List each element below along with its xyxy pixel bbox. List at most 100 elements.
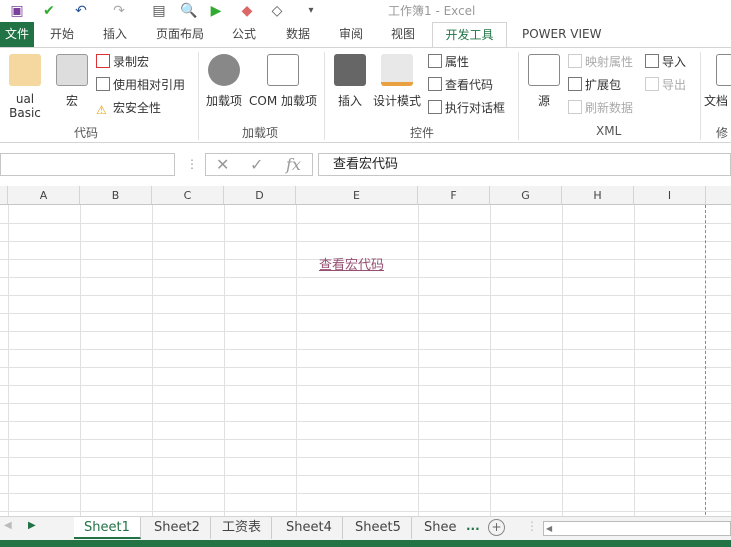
gear-icon xyxy=(208,54,240,86)
eraser-icon[interactable]: ◆ xyxy=(238,2,256,20)
export-button[interactable]: 导出 xyxy=(645,75,686,95)
com-addins-button[interactable]: COM 加载项 xyxy=(246,54,320,109)
tab-home[interactable]: 开始 xyxy=(44,22,80,47)
import-icon xyxy=(645,54,659,68)
worksheet-grid[interactable]: A B C D E F G H I xyxy=(0,186,731,516)
label: 插入 xyxy=(337,94,362,108)
tab-data[interactable]: 数据 xyxy=(280,22,316,47)
splitter-handle[interactable]: ⋮ xyxy=(526,519,538,533)
sheet-tab[interactable]: Shee xyxy=(414,517,467,539)
source-button[interactable]: 源 xyxy=(528,54,560,109)
customize-icon[interactable]: ▾ xyxy=(302,2,320,20)
grid-row-line xyxy=(0,511,731,512)
document-panel-button[interactable]: 文档 xyxy=(704,54,731,109)
name-box[interactable] xyxy=(0,153,175,176)
fill-color-icon[interactable]: ◇ xyxy=(268,2,286,20)
scroll-right-icon[interactable]: ▶ xyxy=(28,520,36,531)
grid-row-line xyxy=(0,313,731,314)
sheet-tab[interactable]: Sheet2 xyxy=(144,517,211,539)
sheet-tab[interactable]: 工资表 xyxy=(212,517,273,539)
relative-reference-button[interactable]: 使用相对引用 xyxy=(96,75,185,95)
group-label-code: 代码 xyxy=(74,126,99,140)
macro-security-button[interactable]: ⚠ 宏安全性 xyxy=(96,98,161,118)
grid-column-line xyxy=(80,205,81,516)
view-code-button[interactable]: 查看代码 xyxy=(428,75,493,95)
grid-column-line xyxy=(152,205,153,516)
more-sheets[interactable]: ... xyxy=(466,519,480,533)
grid-row-line xyxy=(0,403,731,404)
add-sheet-icon[interactable]: + xyxy=(488,519,505,536)
run-dialog-button[interactable]: 执行对话框 xyxy=(428,98,505,118)
scroll-left-arrow-icon[interactable]: ◀ xyxy=(546,522,552,535)
sheet-tab[interactable]: Sheet5 xyxy=(345,517,412,539)
record-icon xyxy=(96,54,110,68)
tab-formulas[interactable]: 公式 xyxy=(226,22,262,47)
redo-icon[interactable]: ↷ xyxy=(110,2,128,20)
column-header[interactable]: C xyxy=(152,186,224,205)
column-header[interactable]: F xyxy=(418,186,490,205)
insert-function-icon[interactable]: fx xyxy=(286,154,301,175)
column-header[interactable]: A xyxy=(8,186,80,205)
label: 属性 xyxy=(445,55,470,69)
formula-input[interactable]: 查看宏代码 xyxy=(318,153,731,176)
undo-icon[interactable]: ↶ xyxy=(72,2,90,20)
import-button[interactable]: 导入 xyxy=(645,52,686,72)
properties-button[interactable]: 属性 xyxy=(428,52,469,72)
form-icon[interactable]: ▤ xyxy=(150,2,168,20)
tab-review[interactable]: 审阅 xyxy=(333,22,369,47)
column-header[interactable]: B xyxy=(80,186,152,205)
column-header[interactable]: H xyxy=(562,186,634,205)
column-header[interactable] xyxy=(706,186,731,205)
ribbon-tabs: 文件 开始 插入 页面布局 公式 数据 审阅 视图 开发工具 POWER VIE… xyxy=(0,22,731,47)
source-icon xyxy=(528,54,560,86)
label: ual Basic xyxy=(9,92,41,120)
formula-bar-grip: ⋮ xyxy=(186,157,198,171)
sheet-tab[interactable]: Sheet1 xyxy=(74,517,141,539)
grid-row-line xyxy=(0,385,731,386)
select-all[interactable] xyxy=(0,186,8,205)
tab-view[interactable]: 视图 xyxy=(385,22,421,47)
touch-mode-icon[interactable]: ✔ xyxy=(40,2,58,20)
macro-play-icon[interactable]: ▶ xyxy=(207,2,225,20)
tab-power-view[interactable]: POWER VIEW xyxy=(516,22,607,47)
map-properties-icon xyxy=(568,54,582,68)
record-macro-button[interactable]: 录制宏 xyxy=(96,52,149,72)
tab-file[interactable]: 文件 xyxy=(0,22,34,47)
document-icon xyxy=(716,54,731,86)
status-bar xyxy=(0,540,731,547)
tab-developer[interactable]: 开发工具 xyxy=(432,22,507,47)
run-dialog-icon xyxy=(428,100,442,114)
macros-button[interactable]: 宏 xyxy=(56,54,88,109)
column-header[interactable]: D xyxy=(224,186,296,205)
insert-control-button[interactable]: 插入 xyxy=(334,54,366,109)
grid-column-line xyxy=(224,205,225,516)
enter-icon[interactable]: ✓ xyxy=(250,154,263,175)
scroll-left-icon[interactable]: ◀ xyxy=(4,520,12,531)
refresh-data-icon xyxy=(568,100,582,114)
label: 查看代码 xyxy=(445,78,494,92)
map-properties-button[interactable]: 映射属性 xyxy=(568,52,633,72)
label: 文档 xyxy=(704,94,729,108)
column-header[interactable]: E xyxy=(296,186,418,205)
print-preview-icon[interactable]: 🔍 xyxy=(180,2,198,20)
save-icon[interactable]: ▣ xyxy=(8,2,26,20)
design-mode-icon xyxy=(381,54,413,86)
label: 录制宏 xyxy=(113,55,150,69)
visual-basic-button[interactable]: ual Basic xyxy=(0,54,50,120)
cancel-icon[interactable]: ✕ xyxy=(216,154,229,175)
refresh-data-button[interactable]: 刷新数据 xyxy=(568,98,633,118)
tab-page-layout[interactable]: 页面布局 xyxy=(150,22,210,47)
expansion-packs-icon xyxy=(568,77,582,91)
hyperlink-cell[interactable]: 查看宏代码 xyxy=(319,254,384,273)
sheet-tab[interactable]: Sheet4 xyxy=(276,517,343,539)
label: 导入 xyxy=(662,55,687,69)
column-header[interactable]: G xyxy=(490,186,562,205)
expansion-packs-button[interactable]: 扩展包 xyxy=(568,75,621,95)
horizontal-scrollbar[interactable]: ◀ xyxy=(543,521,731,536)
grid-row-line xyxy=(0,493,731,494)
tab-insert[interactable]: 插入 xyxy=(97,22,133,47)
grid-row-line xyxy=(0,331,731,332)
addins-button[interactable]: 加载项 xyxy=(204,54,244,109)
column-header[interactable]: I xyxy=(634,186,706,205)
design-mode-button[interactable]: 设计模式 xyxy=(370,54,424,109)
